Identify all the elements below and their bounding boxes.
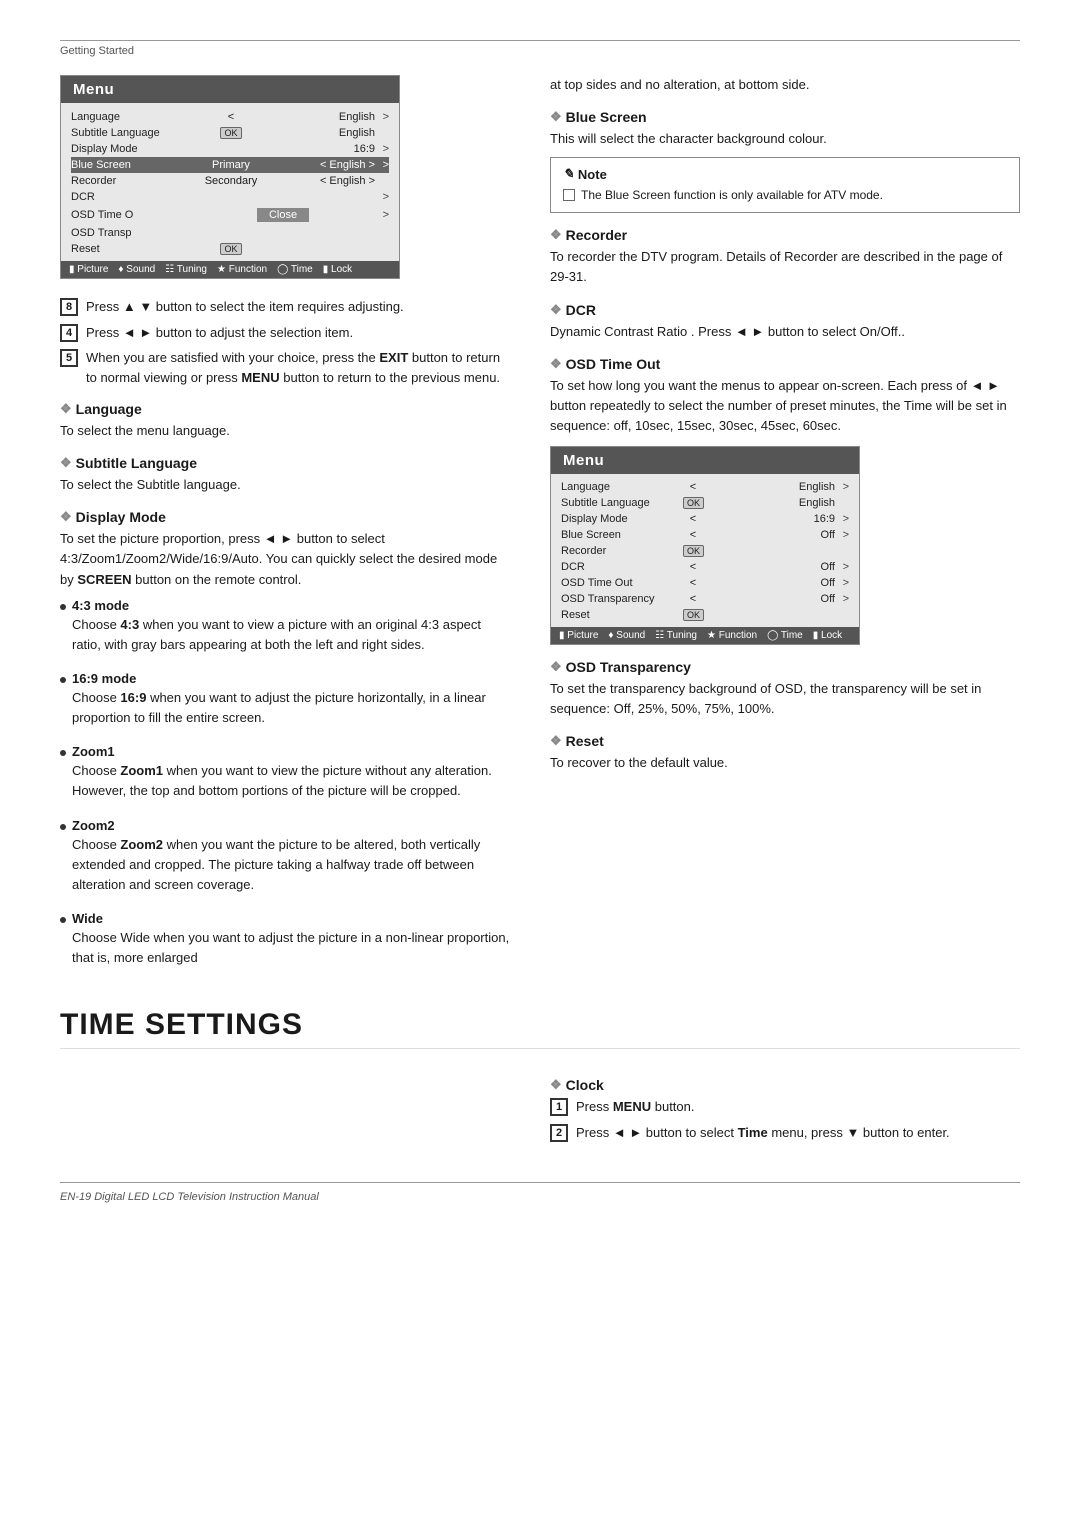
section-title-dcr: ❖ DCR — [550, 302, 1020, 318]
menu2-row-recorder: Recorder OK — [561, 543, 849, 559]
step-8: 8 Press ▲ ▼ button to select the item re… — [60, 297, 510, 317]
section-title-osd-transparency: ❖ OSD Transparency — [550, 659, 1020, 675]
menu2-row-subtitle: Subtitle Language OK English — [561, 495, 849, 511]
section-title-subtitle-language: ❖ Subtitle Language — [60, 455, 510, 471]
menu2-row-dcr: DCR < Off > — [561, 559, 849, 575]
menu-row-osd-transparency: OSD Transp — [71, 225, 389, 241]
step-5: 5 When you are satisfied with your choic… — [60, 348, 510, 387]
menu-row-recorder: Recorder Secondary < English > — [71, 173, 389, 189]
section-title-language: ❖ Language — [60, 401, 510, 417]
footer-text: EN-19 Digital LED LCD Television Instruc… — [60, 1191, 1020, 1203]
note-item-1: The Blue Screen function is only availab… — [563, 186, 1007, 204]
menu2-row-display: Display Mode < 16:9 > — [561, 511, 849, 527]
clock-step-1: 1 Press MENU button. — [550, 1097, 1020, 1117]
main-content: Menu Language < English > Subtitle Langu… — [60, 75, 1020, 984]
menu-row-subtitle-language: Subtitle Language OK English — [71, 125, 389, 141]
section-body-reset: To recover to the default value. — [550, 753, 1020, 773]
menu-box-2-title: Menu — [551, 447, 859, 474]
steps-list: 8 Press ▲ ▼ button to select the item re… — [60, 297, 510, 387]
clock-step-2: 2 Press ◄ ► button to select Time menu, … — [550, 1123, 1020, 1143]
section-body-recorder: To recorder the DTV program. Details of … — [550, 247, 1020, 287]
bullet-wide: Wide Choose Wide when you want to adjust… — [60, 911, 510, 976]
clock-right: ❖ Clock 1 Press MENU button. 2 Press ◄ ►… — [550, 1063, 1020, 1152]
menu-box-1-body: Language < English > Subtitle Language O… — [61, 103, 399, 261]
bullet-zoom1: Zoom1 Choose Zoom1 when you want to view… — [60, 744, 510, 809]
bullet-zoom2: Zoom2 Choose Zoom2 when you want the pic… — [60, 818, 510, 903]
bullet-169mode: 16:9 mode Choose 16:9 when you want to a… — [60, 671, 510, 736]
clock-section: ❖ Clock 1 Press MENU button. 2 Press ◄ ►… — [60, 1063, 1020, 1152]
bottom-rule — [60, 1182, 1020, 1183]
menu-row-blue-screen: Blue Screen Primary < English > > — [71, 157, 389, 173]
page: Getting Started Menu Language < English … — [0, 0, 1080, 1527]
section-title-reset: ❖ Reset — [550, 733, 1020, 749]
bullet-43mode: 4:3 mode Choose 4:3 when you want to vie… — [60, 598, 510, 663]
menu-box-2: Menu Language < English > Subtitle Langu… — [550, 446, 860, 645]
menu-box-2-body: Language < English > Subtitle Language O… — [551, 474, 859, 627]
section-title-osd-timeout: ❖ OSD Time Out — [550, 356, 1020, 372]
section-header: Getting Started — [60, 45, 1020, 57]
section-title-blue-screen: ❖ Blue Screen — [550, 109, 1020, 125]
right-top-text: at top sides and no alteration, at botto… — [550, 75, 1020, 95]
menu-box-1-footer: ▮ Picture ♦ Sound ☷ Tuning ★ Function ◯ … — [61, 261, 399, 278]
menu-row-dcr: DCR > — [71, 189, 389, 205]
menu-row-reset: Reset OK — [71, 241, 389, 257]
step-4: 4 Press ◄ ► button to adjust the selecti… — [60, 323, 510, 343]
right-column: at top sides and no alteration, at botto… — [550, 75, 1020, 984]
menu2-row-blue-screen: Blue Screen < Off > — [561, 527, 849, 543]
menu-box-1: Menu Language < English > Subtitle Langu… — [60, 75, 400, 279]
menu-box-2-footer: ▮ Picture ♦ Sound ☷ Tuning ★ Function ◯ … — [551, 627, 859, 644]
top-rule — [60, 40, 1020, 41]
section-title-clock: ❖ Clock — [550, 1077, 1020, 1093]
left-column: Menu Language < English > Subtitle Langu… — [60, 75, 510, 984]
menu2-row-language: Language < English > — [561, 479, 849, 495]
menu2-row-reset: Reset OK — [561, 607, 849, 623]
menu-row-language: Language < English > — [71, 109, 389, 125]
menu-row-osd-timeout: OSD Time O Close > — [71, 205, 389, 225]
note-title: ✎ Note — [563, 166, 1007, 182]
menu2-row-osd-timeout: OSD Time Out < Off > — [561, 575, 849, 591]
section-body-blue-screen: This will select the character backgroun… — [550, 129, 1020, 149]
clock-left — [60, 1063, 510, 1152]
menu-box-1-title: Menu — [61, 76, 399, 103]
section-body-subtitle-language: To select the Subtitle language. — [60, 475, 510, 495]
clock-steps: 1 Press MENU button. 2 Press ◄ ► button … — [550, 1097, 1020, 1142]
menu-row-display-mode: Display Mode 16:9 > — [71, 141, 389, 157]
section-body-display-mode: To set the picture proportion, press ◄ ►… — [60, 529, 510, 589]
section-body-osd-transparency: To set the transparency background of OS… — [550, 679, 1020, 719]
section-title-display-mode: ❖ Display Mode — [60, 509, 510, 525]
big-section-title: TIME SETTINGS — [60, 1008, 1020, 1049]
menu2-row-osd-transparency: OSD Transparency < Off > — [561, 591, 849, 607]
section-body-osd-timeout: To set how long you want the menus to ap… — [550, 376, 1020, 436]
section-title-recorder: ❖ Recorder — [550, 227, 1020, 243]
section-body-language: To select the menu language. — [60, 421, 510, 441]
section-body-dcr: Dynamic Contrast Ratio . Press ◄ ► butto… — [550, 322, 1020, 342]
note-box-blue-screen: ✎ Note The Blue Screen function is only … — [550, 157, 1020, 213]
